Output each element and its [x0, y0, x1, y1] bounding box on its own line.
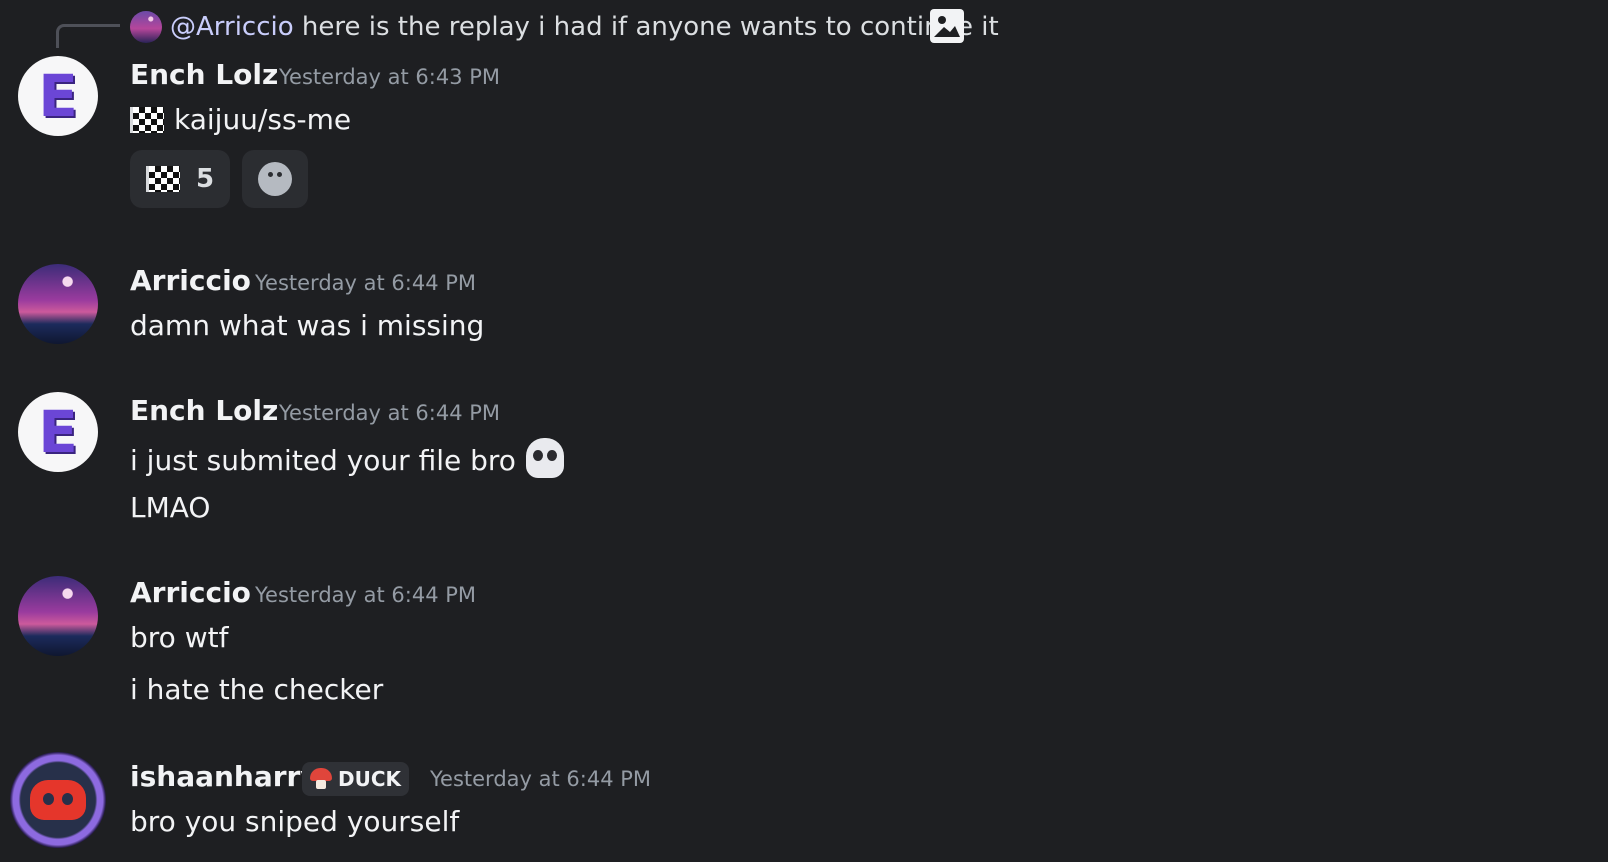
message-line: LMAO [130, 491, 211, 524]
avatar[interactable] [18, 576, 98, 656]
checkered-flag-icon [146, 166, 180, 192]
username[interactable]: Ench Lolz [130, 58, 278, 92]
mushroom-icon [310, 768, 332, 790]
avatar[interactable]: E [18, 392, 98, 472]
reply-connector [56, 24, 120, 48]
timestamp[interactable]: Yesterday at 6:44 PM [430, 764, 651, 794]
message-line: bro you sniped yourself [130, 805, 460, 838]
username[interactable]: Arriccio [130, 576, 251, 610]
reply-mention[interactable]: @Arriccio [170, 12, 294, 42]
smiley-icon [258, 162, 292, 196]
avatar[interactable] [10, 752, 106, 848]
message-line: i hate the checker [130, 673, 384, 706]
reaction-count: 5 [196, 164, 215, 194]
timestamp[interactable]: Yesterday at 6:44 PM [255, 268, 476, 298]
timestamp[interactable]: Yesterday at 6:44 PM [279, 398, 500, 428]
add-reaction-button[interactable] [242, 150, 308, 208]
message-text: i just submited your file bro [130, 438, 564, 479]
avatar[interactable]: E [18, 56, 98, 136]
server-tag-badge[interactable]: DUCK [302, 762, 410, 796]
message-line: kaijuu/ss-me [174, 103, 352, 136]
username[interactable]: Arriccio [130, 264, 251, 298]
message-line: bro wtf [130, 621, 229, 654]
username[interactable]: Ench Lolz [130, 394, 278, 428]
timestamp[interactable]: Yesterday at 6:44 PM [255, 580, 476, 610]
skull-icon [525, 438, 564, 478]
reply-body: here is the replay i had if anyone wants… [301, 12, 999, 42]
reaction-button[interactable]: 5 [130, 150, 231, 208]
checkered-flag-icon [130, 107, 164, 133]
discord-logo-icon [30, 780, 86, 820]
username[interactable]: ishaanharry [130, 760, 319, 794]
message-line: damn what was i missing [130, 309, 485, 342]
avatar[interactable] [18, 264, 98, 344]
image-icon[interactable] [930, 9, 964, 43]
reply-preview[interactable]: @Arriccio here is the replay i had if an… [170, 10, 999, 44]
badge-label: DUCK [338, 767, 402, 791]
timestamp[interactable]: Yesterday at 6:43 PM [279, 62, 500, 92]
reply-avatar[interactable] [130, 11, 162, 43]
message-line: i just submited your file bro [130, 444, 516, 477]
message-text: kaijuu/ss-me [130, 102, 351, 138]
